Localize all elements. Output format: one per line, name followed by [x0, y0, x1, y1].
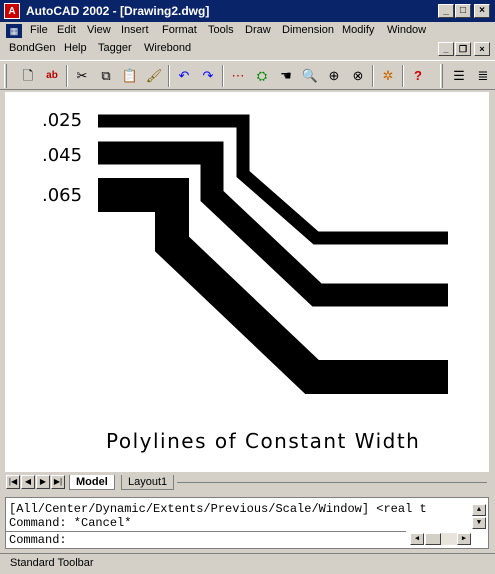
layers-icon[interactable]: ☰ — [448, 65, 470, 87]
match-properties-icon[interactable]: 🖌 — [143, 65, 165, 87]
menu-modify[interactable]: Modify — [342, 24, 374, 36]
doc-close-button[interactable]: × — [474, 42, 490, 56]
toolbar-separator — [222, 65, 224, 87]
width-label-025: .025 — [42, 110, 82, 131]
help-icon[interactable]: ? — [407, 65, 429, 87]
toolbar-grip[interactable] — [440, 64, 443, 88]
undo-icon[interactable]: ↶ — [173, 65, 195, 87]
horizontal-scroll-track[interactable] — [441, 533, 457, 545]
title-bar: A AutoCAD 2002 - [Drawing2.dwg] _ □ × — [0, 0, 495, 22]
document-icon[interactable]: ▦ — [6, 24, 22, 38]
print-preview-icon[interactable]: 🗋 — [17, 65, 39, 87]
doc-restore-button[interactable]: ❐ — [455, 42, 471, 56]
scroll-up-button[interactable]: ▲ — [472, 504, 486, 516]
minimize-button[interactable]: _ — [438, 4, 454, 18]
menu-edit[interactable]: Edit — [57, 24, 76, 36]
menu-file[interactable]: File — [30, 24, 48, 36]
tracking-icon[interactable]: ⋯ — [227, 65, 249, 87]
tab-layout1[interactable]: Layout1 — [121, 475, 175, 490]
toolbar-separator — [402, 65, 404, 87]
cut-icon[interactable]: ✂ — [71, 65, 93, 87]
drawing-caption: Polylines of Constant Width — [106, 429, 420, 453]
standard-toolbar: 🗋 ab ✂ ⧉ 📋 🖌 ↶ ↷ ⋯ ⛭ ☚ 🔍 ⊕ ⊗ ✲ ? ☰ ≣ — [0, 60, 495, 90]
toolbar-separator — [372, 65, 374, 87]
menu-bondgen[interactable]: BondGen — [9, 42, 55, 54]
doc-minimize-button[interactable]: _ — [438, 42, 454, 56]
drawing-canvas[interactable]: .025 .045 .065 Polylines of Constant Wid… — [5, 92, 489, 472]
copy-icon[interactable]: ⧉ — [95, 65, 117, 87]
properties-icon[interactable]: ✲ — [377, 65, 399, 87]
prev-tab-button[interactable]: ◀ — [21, 475, 35, 489]
zoom-realtime-icon[interactable]: 🔍 — [299, 65, 321, 87]
width-label-045: .045 — [42, 145, 82, 166]
tab-bar-line — [177, 482, 487, 483]
toolbar-separator — [66, 65, 68, 87]
command-window: [All/Center/Dynamic/Extents/Previous/Sca… — [5, 497, 489, 549]
drawing-svg: .025 .045 .065 Polylines of Constant Wid… — [42, 110, 448, 453]
polyline-045[interactable] — [98, 141, 448, 307]
scroll-right-button[interactable]: ▶ — [457, 533, 471, 545]
first-tab-button[interactable]: |◀ — [6, 475, 20, 489]
menu-tagger[interactable]: Tagger — [98, 42, 132, 54]
pan-realtime-icon[interactable]: ☚ — [275, 65, 297, 87]
menu-wirebond[interactable]: Wirebond — [144, 42, 191, 54]
command-prompt[interactable]: Command: — [9, 533, 67, 547]
menu-window[interactable]: Window — [387, 24, 426, 36]
next-tab-button[interactable]: ▶ — [36, 475, 50, 489]
menu-tools[interactable]: Tools — [208, 24, 234, 36]
zoom-window-icon[interactable]: ⊕ — [323, 65, 345, 87]
status-text: Standard Toolbar — [10, 557, 94, 569]
menu-view[interactable]: View — [87, 24, 111, 36]
window-title: AutoCAD 2002 - [Drawing2.dwg] — [26, 4, 210, 18]
tab-model[interactable]: Model — [69, 475, 115, 490]
command-divider — [6, 531, 406, 532]
menu-format[interactable]: Format — [162, 24, 197, 36]
maximize-button[interactable]: □ — [455, 4, 471, 18]
scroll-left-button[interactable]: ◀ — [410, 533, 424, 545]
toolbar-separator — [168, 65, 170, 87]
menu-help[interactable]: Help — [64, 42, 87, 54]
menu-draw[interactable]: Draw — [245, 24, 271, 36]
close-button[interactable]: × — [474, 4, 490, 18]
command-history-line-1: [All/Center/Dynamic/Extents/Previous/Sca… — [9, 502, 427, 516]
scroll-down-button[interactable]: ▼ — [472, 517, 486, 529]
redo-icon[interactable]: ↷ — [197, 65, 219, 87]
zoom-previous-icon[interactable]: ⊗ — [347, 65, 369, 87]
horizontal-scroll-thumb[interactable] — [425, 533, 441, 545]
toolbar-grip[interactable] — [4, 64, 7, 88]
menu-insert[interactable]: Insert — [121, 24, 149, 36]
width-label-065: .065 — [42, 185, 82, 206]
paste-icon[interactable]: 📋 — [119, 65, 141, 87]
status-bar: Standard Toolbar — [0, 553, 495, 574]
spell-check-icon[interactable]: ab — [41, 65, 63, 87]
last-tab-button[interactable]: ▶| — [51, 475, 65, 489]
layer-manager-icon[interactable]: ≣ — [472, 65, 494, 87]
autocad-app-icon[interactable]: A — [4, 3, 20, 19]
layout-tab-bar: |◀ ◀ ▶ ▶| Model Layout1 — [5, 474, 489, 492]
object-snap-icon[interactable]: ⛭ — [251, 65, 273, 87]
command-history-line-2: Command: *Cancel* — [9, 516, 132, 530]
menu-dimension[interactable]: Dimension — [282, 24, 334, 36]
menu-bar-extra: BondGen Help Tagger Wirebond _ ❐ × — [0, 40, 495, 58]
menu-bar: ▦ File Edit View Insert Format Tools Dra… — [0, 22, 495, 40]
